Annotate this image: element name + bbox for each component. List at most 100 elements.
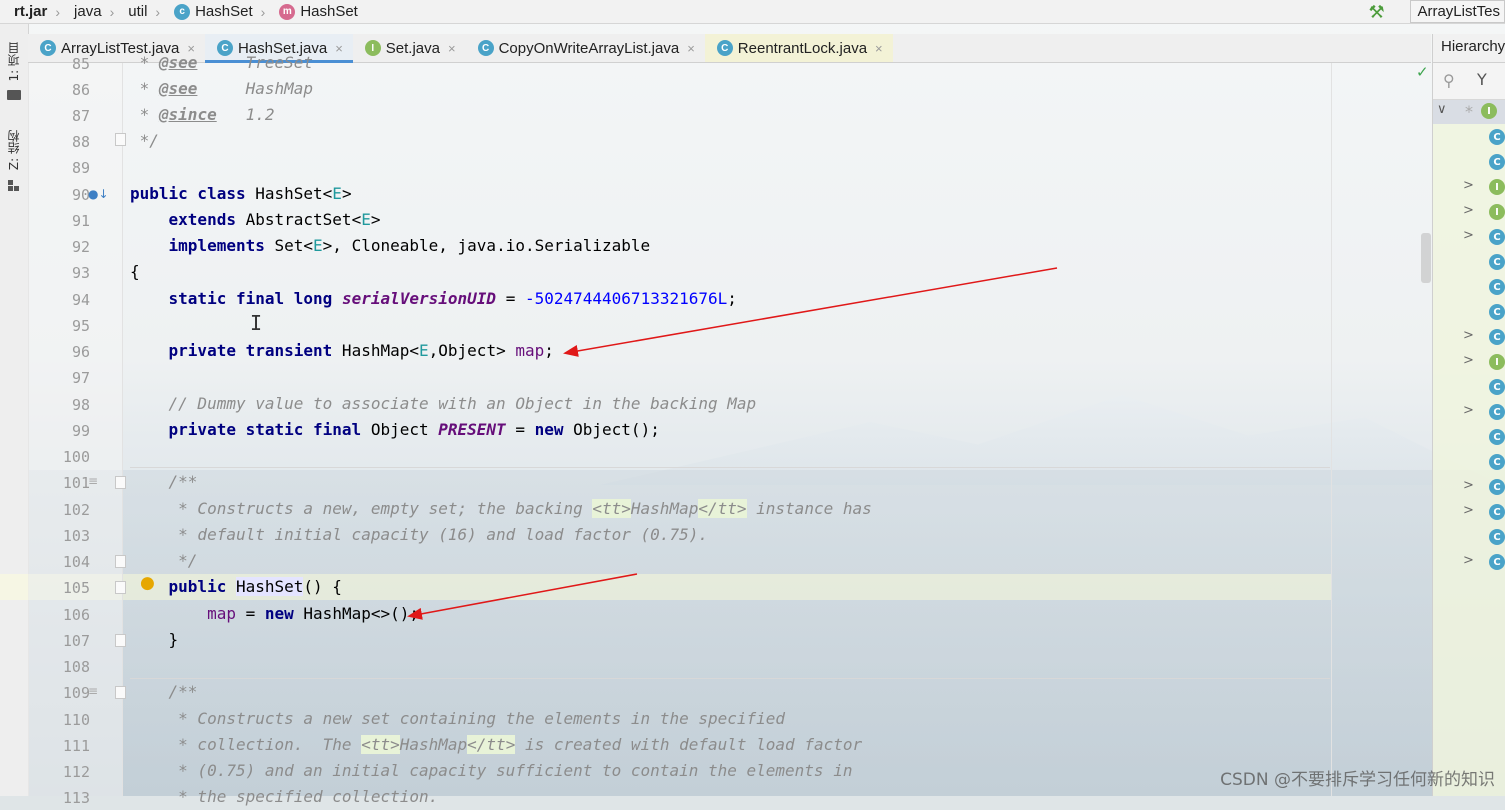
structure-icon	[8, 180, 20, 192]
interface-icon: I	[1489, 204, 1505, 220]
line-number: 96	[71, 343, 90, 361]
class-icon: C	[477, 40, 494, 56]
close-icon[interactable]: ×	[448, 41, 456, 56]
hierarchy-row[interactable]: C	[1433, 526, 1505, 551]
left-tool-strip: 1: 项目 Z: 结构	[0, 24, 29, 796]
line-number: 105	[62, 579, 90, 597]
chevron-right-icon: ›	[55, 3, 61, 20]
hierarchy-row[interactable]: > C	[1433, 501, 1505, 526]
chevron-right-icon[interactable]: >	[1463, 503, 1474, 518]
class-icon: C	[716, 40, 733, 56]
subtypes-icon[interactable]: ⚲	[1443, 71, 1455, 90]
hierarchy-row[interactable]: > C	[1433, 401, 1505, 426]
line-number: 112	[62, 763, 90, 781]
structure-tool-label: Z: 结构	[7, 130, 21, 171]
class-icon: C	[1489, 129, 1505, 145]
hierarchy-row[interactable]: C	[1433, 376, 1505, 401]
hierarchy-row[interactable]: C	[1433, 151, 1505, 176]
code-line: * Constructs a new, empty set; the backi…	[130, 499, 872, 518]
hierarchy-selected-row[interactable]: ∨ * I	[1433, 100, 1505, 124]
code-line: */	[130, 131, 159, 150]
hierarchy-row[interactable]: > C	[1433, 226, 1505, 251]
class-icon: C	[1489, 554, 1505, 570]
scrollbar-thumb[interactable]	[1421, 233, 1431, 283]
hierarchy-row[interactable]: C	[1433, 301, 1505, 326]
code-line: * the specified collection.	[130, 787, 439, 806]
line-number: 87	[71, 107, 90, 125]
class-icon: C	[1489, 429, 1505, 445]
reader-mode-icon[interactable]: ≡	[88, 474, 98, 488]
close-icon[interactable]: ×	[335, 41, 343, 56]
chevron-right-icon: ›	[109, 3, 115, 20]
chevron-right-icon[interactable]: >	[1463, 203, 1474, 218]
hierarchy-row[interactable]: C	[1433, 426, 1505, 451]
chevron-right-icon[interactable]: >	[1463, 553, 1474, 568]
interface-icon: I	[1481, 103, 1497, 119]
breadcrumb-item-jar[interactable]: rt.jar ›	[0, 3, 70, 20]
code-line: * Constructs a new set containing the el…	[130, 709, 786, 728]
line-number: 86	[71, 81, 90, 99]
implements-gutter-icon[interactable]: ●↓	[88, 187, 109, 201]
tab-copyonwritearraylist[interactable]: C CopyOnWriteArrayList.java ×	[466, 34, 705, 62]
navigation-breadcrumb: rt.jar › java › util › c HashSet › m HashSet…	[0, 0, 1505, 24]
code-editor[interactable]: * @see TreeSet * @see HashMap * @since 1…	[122, 53, 1331, 806]
method-icon: m	[279, 3, 296, 20]
hierarchy-title: Hierarchy	[1433, 34, 1505, 63]
line-number: 106	[62, 606, 90, 624]
hierarchy-row[interactable]: > I	[1433, 176, 1505, 201]
hierarchy-row[interactable]: > I	[1433, 201, 1505, 226]
code-line: * @see HashMap	[130, 79, 314, 98]
supertypes-icon[interactable]: Y	[1477, 70, 1487, 89]
hierarchy-row[interactable]: > C	[1433, 476, 1505, 501]
breadcrumb-item-util[interactable]: util ›	[124, 3, 170, 20]
line-number: 88	[71, 133, 90, 151]
reader-mode-icon[interactable]: ≡	[88, 684, 98, 698]
chevron-right-icon[interactable]: >	[1463, 478, 1474, 493]
chevron-right-icon: ›	[260, 3, 266, 20]
class-icon: C	[1489, 379, 1505, 395]
line-number: 95	[71, 317, 90, 335]
chevron-right-icon[interactable]: >	[1463, 228, 1474, 243]
hierarchy-row[interactable]: C	[1433, 126, 1505, 151]
close-icon[interactable]: ×	[875, 41, 883, 56]
hierarchy-row[interactable]: > C	[1433, 326, 1505, 351]
run-configuration-select[interactable]: ArrayListTes	[1410, 0, 1505, 23]
line-number: 94	[71, 291, 90, 309]
project-tool-tab[interactable]: 1: 项目	[5, 42, 22, 82]
build-hammer-icon[interactable]: ⚒	[1368, 2, 1388, 22]
line-number: 99	[71, 422, 90, 440]
breadcrumb-item-class[interactable]: c HashSet ›	[170, 3, 275, 20]
line-number: 100	[62, 448, 90, 466]
chevron-right-icon[interactable]: >	[1463, 403, 1474, 418]
hierarchy-row[interactable]: > I	[1433, 351, 1505, 376]
line-number: 103	[62, 527, 90, 545]
chevron-right-icon[interactable]: >	[1463, 328, 1474, 343]
editor-scrollbar[interactable]	[1418, 63, 1432, 796]
code-line: // Dummy value to associate with an Obje…	[130, 394, 757, 413]
structure-tool-tab[interactable]: Z: 结构	[5, 130, 22, 170]
code-line: private transient HashMap<E,Object> map;	[168, 341, 554, 360]
line-number-gutter[interactable]: 85 86 87 88 89 90 91 92 93 94 95 96 97 9…	[28, 55, 155, 807]
breadcrumb-item-java[interactable]: java ›	[70, 3, 124, 20]
chevron-right-icon[interactable]: >	[1463, 178, 1474, 193]
breadcrumb-label: java	[74, 3, 102, 20]
line-number: 90	[71, 186, 90, 204]
class-icon: C	[1489, 154, 1505, 170]
chevron-right-icon[interactable]: >	[1463, 353, 1474, 368]
tab-label: CopyOnWriteArrayList.java	[498, 39, 680, 57]
chevron-down-icon[interactable]: ∨	[1437, 102, 1447, 117]
hierarchy-row[interactable]: C	[1433, 451, 1505, 476]
text-cursor-icon: I	[250, 311, 263, 335]
class-icon: C	[1489, 304, 1505, 320]
code-line: public HashSet() {	[168, 577, 342, 596]
tab-label: Set.java	[385, 39, 440, 57]
code-line: /**	[130, 682, 198, 701]
hierarchy-row[interactable]: > C	[1433, 551, 1505, 576]
hierarchy-row[interactable]: C	[1433, 251, 1505, 276]
tab-set[interactable]: I Set.java ×	[353, 34, 466, 62]
close-icon[interactable]: ×	[687, 41, 695, 56]
hierarchy-row[interactable]: C	[1433, 276, 1505, 301]
class-icon: C	[1489, 279, 1505, 295]
breadcrumb-item-method[interactable]: m HashSet	[275, 3, 362, 20]
tab-reentrantlock[interactable]: C ReentrantLock.java ×	[704, 34, 893, 62]
